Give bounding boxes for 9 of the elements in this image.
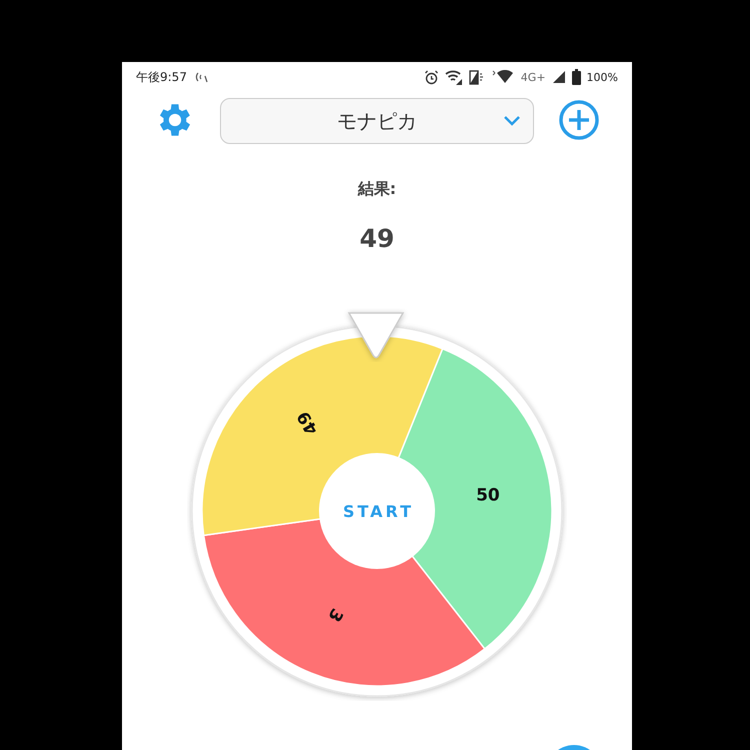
segment-label: 3 xyxy=(323,604,347,625)
segment-label: 50 xyxy=(476,485,500,506)
list-dropdown[interactable]: モナピカ xyxy=(220,98,534,144)
result-value: 49 xyxy=(360,224,394,253)
segment-label: 49 xyxy=(293,408,323,438)
result-label: 結果: xyxy=(358,179,396,200)
battery-percent: 100% xyxy=(586,70,618,84)
network-type: 4G+ xyxy=(520,70,546,84)
status-time: 午後9:57 xyxy=(136,68,187,86)
